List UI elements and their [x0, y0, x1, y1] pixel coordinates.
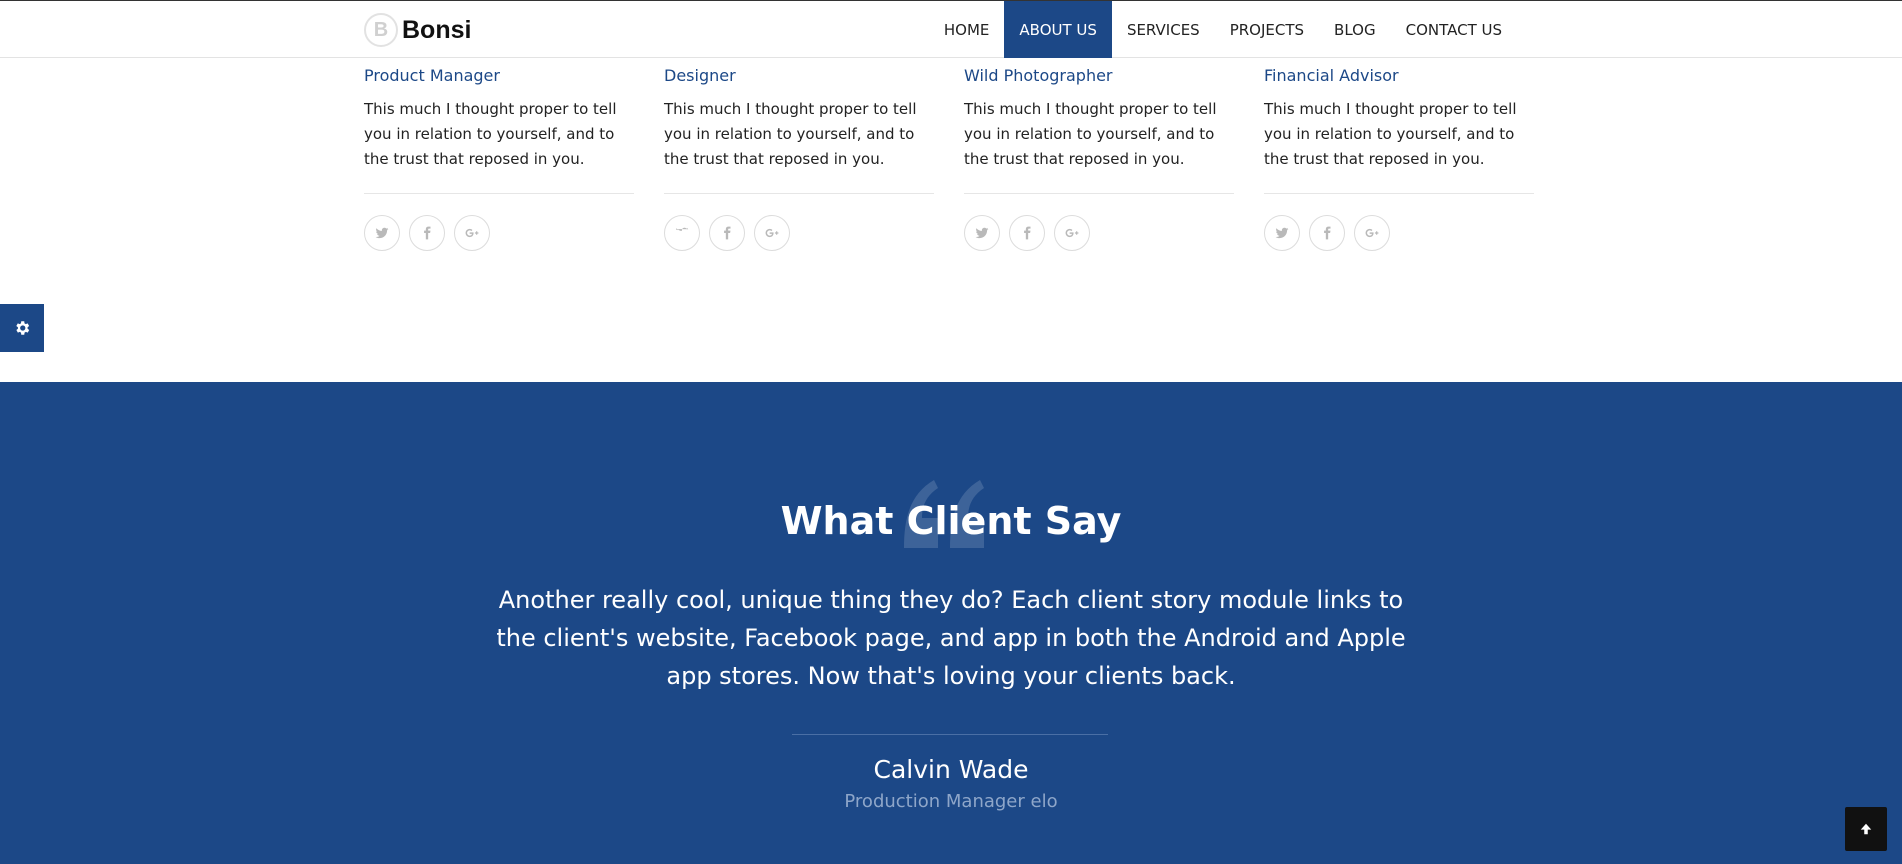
nav-blog[interactable]: BLOG	[1319, 1, 1391, 58]
member-socials	[664, 215, 934, 251]
twitter-link[interactable]	[364, 215, 400, 251]
section-title: What Client Say	[780, 499, 1122, 543]
twitter-link[interactable]	[1264, 215, 1300, 251]
member-role: Financial Advisor	[1264, 66, 1399, 85]
nav-home[interactable]: HOME	[929, 1, 1005, 58]
google-plus-icon	[1065, 228, 1079, 238]
member-socials	[964, 215, 1234, 251]
twitter-icon	[1275, 227, 1289, 239]
member-divider	[964, 193, 1234, 194]
facebook-icon	[1324, 226, 1331, 240]
team-member-card: Wild Photographer This much I thought pr…	[964, 58, 1234, 251]
member-divider	[1264, 193, 1534, 194]
nav-about-us[interactable]: ABOUT US	[1004, 1, 1112, 58]
facebook-icon	[1024, 226, 1031, 240]
gear-icon	[16, 321, 30, 335]
team-member-card: Product Manager This much I thought prop…	[364, 58, 634, 251]
member-bio: This much I thought proper to tell you i…	[964, 100, 1217, 168]
member-divider	[664, 193, 934, 194]
facebook-link[interactable]	[709, 215, 745, 251]
google-plus-link[interactable]	[1054, 215, 1090, 251]
logo-mark: B	[364, 13, 398, 47]
member-bio: This much I thought proper to tell you i…	[364, 100, 617, 168]
twitter-icon	[375, 227, 389, 239]
member-role: Product Manager	[364, 66, 500, 85]
member-socials	[1264, 215, 1534, 251]
twitter-link[interactable]	[964, 215, 1000, 251]
testimonial-divider	[792, 734, 1108, 735]
member-socials	[364, 215, 634, 251]
google-plus-link[interactable]	[754, 215, 790, 251]
nav-contact-us[interactable]: CONTACT US	[1391, 1, 1517, 58]
facebook-link[interactable]	[409, 215, 445, 251]
facebook-link[interactable]	[1009, 215, 1045, 251]
google-plus-link[interactable]	[454, 215, 490, 251]
member-bio: This much I thought proper to tell you i…	[1264, 100, 1517, 168]
testimonial-text: Another really cool, unique thing they d…	[496, 586, 1406, 690]
team-section: Product Manager This much I thought prop…	[364, 58, 1536, 258]
google-plus-link[interactable]	[1354, 215, 1390, 251]
logo[interactable]: B Bonsi	[364, 12, 471, 48]
google-plus-icon	[1365, 228, 1379, 238]
member-role: Designer	[664, 66, 736, 85]
google-plus-icon	[465, 228, 479, 238]
testimonial-section: What Client Say Another really cool, uni…	[0, 382, 1902, 864]
facebook-icon	[724, 226, 731, 240]
twitter-icon	[975, 227, 989, 239]
nav-projects[interactable]: PROJECTS	[1215, 1, 1319, 58]
team-member-card: Designer This much I thought proper to t…	[664, 58, 934, 251]
nav-services[interactable]: SERVICES	[1112, 1, 1215, 58]
twitter-icon	[676, 227, 689, 231]
client-role: Production Manager elo	[844, 791, 1058, 812]
google-plus-icon	[765, 228, 779, 238]
twitter-link[interactable]	[664, 215, 700, 251]
member-divider	[364, 193, 634, 194]
member-role: Wild Photographer	[964, 66, 1113, 85]
team-member-card: Financial Advisor This much I thought pr…	[1264, 58, 1534, 251]
back-to-top-button[interactable]	[1845, 807, 1887, 851]
client-name: Calvin Wade	[873, 755, 1029, 784]
navbar: B Bonsi HOME ABOUT US SERVICES PROJECTS …	[0, 0, 1902, 58]
arrow-up-icon	[1860, 823, 1872, 835]
settings-toggle-button[interactable]	[0, 304, 44, 352]
facebook-link[interactable]	[1309, 215, 1345, 251]
member-bio: This much I thought proper to tell you i…	[664, 100, 917, 168]
logo-text: Bonsi	[402, 15, 472, 44]
main-nav: HOME ABOUT US SERVICES PROJECTS BLOG CON…	[929, 1, 1517, 58]
facebook-icon	[424, 226, 431, 240]
